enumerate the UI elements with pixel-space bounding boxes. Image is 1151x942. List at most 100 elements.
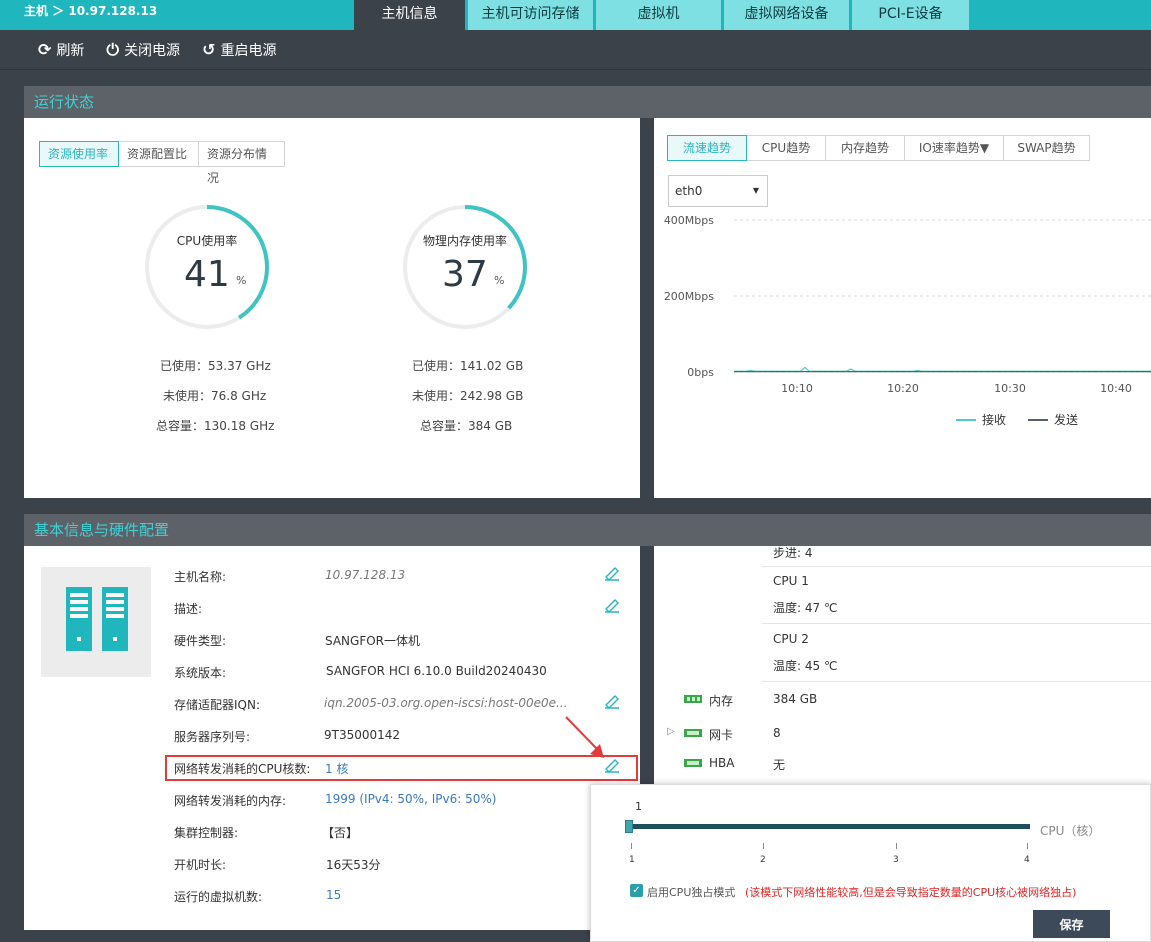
hba-value: 无 xyxy=(773,758,786,772)
usage-panel xyxy=(24,118,640,498)
divider xyxy=(762,566,1151,567)
nic-value: 8 xyxy=(773,726,781,740)
caret-down-icon: ▼ xyxy=(752,186,759,195)
cpu-gauge-value: 41 xyxy=(184,254,230,295)
power-off-label: 关闭电源 xyxy=(124,42,181,59)
hostname-value: 10.97.128.13 xyxy=(325,568,406,582)
cpu-free: 未使用：76.8 GHz xyxy=(163,389,267,403)
divider xyxy=(762,623,1151,624)
iqn-label: 存储适配器IQN: xyxy=(174,698,261,712)
refresh-button[interactable]: ⟳ 刷新 xyxy=(38,40,84,60)
legend-label: 发送 xyxy=(1054,412,1078,427)
refresh-icon: ⟳ xyxy=(38,40,52,59)
cpu-exclusive-checkbox[interactable]: ✓ xyxy=(630,884,643,897)
save-button[interactable]: 保存 xyxy=(1033,910,1110,938)
edit-description-icon[interactable] xyxy=(603,598,621,614)
memory-label: 内存 xyxy=(709,694,734,708)
memory-free: 未使用：242.98 GB xyxy=(412,389,524,403)
series-line-receive xyxy=(734,366,1151,372)
tick-label: 2 xyxy=(760,855,766,865)
cpu-total: 总容量：130.18 GHz xyxy=(156,419,275,433)
tab-virtual-network[interactable]: 虚拟网络设备 xyxy=(724,0,852,30)
restart-button[interactable]: ↺ 重启电源 xyxy=(202,40,276,60)
tick-label: 3 xyxy=(893,855,899,865)
tick-mark xyxy=(896,843,897,849)
tab-vms[interactable]: 虚拟机 xyxy=(596,0,724,30)
cpu1-temp: 温度: 47 ℃ xyxy=(773,601,838,615)
edit-iqn-icon[interactable] xyxy=(603,694,621,710)
system-version-value: SANGFOR HCI 6.10.0 Build20240430 xyxy=(326,664,547,678)
cpu-gauge-title: CPU使用率 xyxy=(176,234,238,248)
subtab-traffic-trend[interactable]: 流速趋势 xyxy=(667,135,747,161)
restart-icon: ↺ xyxy=(202,40,216,59)
net-cpu-label: 网络转发消耗的CPU核数: xyxy=(174,762,311,776)
memory-gauge-value: 37 xyxy=(442,254,488,295)
memory-total: 总容量：384 GB xyxy=(420,419,513,433)
x-tick-label: 10:30 xyxy=(994,382,1026,395)
breadcrumb: 主机 ＞ 10.97.128.13 xyxy=(24,4,158,18)
main-tabs: 主机信息 主机可访问存储 虚拟机 虚拟网络设备 PCI-E设备 xyxy=(354,0,972,30)
net-cpu-value: 1 核 xyxy=(325,762,349,776)
slider-track[interactable] xyxy=(628,824,1030,829)
run-status-header: 运行状态 xyxy=(24,86,1151,118)
tab-host-storage[interactable]: 主机可访问存储 xyxy=(468,0,596,30)
interface-select-value: eth0 xyxy=(675,184,703,198)
server-icon xyxy=(41,567,151,677)
restart-label: 重启电源 xyxy=(220,42,277,59)
slider-unit: CPU（核） xyxy=(1040,824,1101,838)
power-off-button[interactable]: ⏻ 关闭电源 xyxy=(106,40,180,60)
slider-handle[interactable] xyxy=(625,820,633,833)
iqn-value: iqn.2005-03.org.open-iscsi:host-00e0e... xyxy=(324,696,568,710)
cpu2-temp: 温度: 45 ℃ xyxy=(773,659,838,673)
tick-mark xyxy=(763,843,764,849)
subtab-config-ratio[interactable]: 资源配置比 xyxy=(118,141,199,167)
memory-gauge-unit: % xyxy=(494,274,505,287)
tab-host-info[interactable]: 主机信息 xyxy=(354,0,468,30)
cluster-controller-label: 集群控制器: xyxy=(174,826,239,840)
red-arrow-icon xyxy=(565,716,604,758)
expand-icon[interactable]: ▷ xyxy=(667,726,675,737)
cpu-stepping: 步进: 4 xyxy=(773,546,813,560)
nic-label: 网卡 xyxy=(709,728,734,742)
subtab-distribution[interactable]: 资源分布情况 xyxy=(198,141,285,185)
hardware-panel xyxy=(654,546,1151,786)
tick-label: 1 xyxy=(629,855,635,865)
hardware-type-value: SANGFOR一体机 xyxy=(325,634,421,648)
cpu-gauge-unit: % xyxy=(236,274,247,287)
subtab-memory-trend[interactable]: 内存趋势 xyxy=(825,135,905,161)
cpu2-name: CPU 2 xyxy=(773,632,809,646)
top-bar: 主机 ＞ 10.97.128.13 主机信息 主机可访问存储 虚拟机 虚拟网络设… xyxy=(0,0,1151,30)
hba-label: HBA xyxy=(709,756,735,770)
running-vms-value[interactable]: 15 xyxy=(326,888,341,902)
subtab-cpu-trend[interactable]: CPU趋势 xyxy=(746,135,826,161)
cpu-exclusive-label: 启用CPU独占模式 xyxy=(647,886,736,899)
memory-gauge-title: 物理内存使用率 xyxy=(422,234,507,248)
hostname-label: 主机名称: xyxy=(174,570,227,584)
memory-used: 已使用：141.02 GB xyxy=(412,359,524,373)
subtab-io-trend[interactable]: IO速率趋势▼ xyxy=(904,135,1004,161)
x-tick-label: 10:10 xyxy=(781,382,813,395)
hba-icon xyxy=(684,759,702,767)
tab-pcie[interactable]: PCI-E设备 xyxy=(852,0,972,30)
memory-value: 384 GB xyxy=(773,692,818,706)
trend-subtabs: 流速趋势 CPU趋势 内存趋势 IO速率趋势▼ SWAP趋势 xyxy=(667,135,1090,161)
toolbar: ⟳ 刷新 ⏻ 关闭电源 ↺ 重启电源 xyxy=(0,30,1151,70)
tick-mark xyxy=(631,843,632,849)
subtab-swap-trend[interactable]: SWAP趋势 xyxy=(1003,135,1090,161)
description-label: 描述: xyxy=(174,602,203,616)
traffic-chart: 400Mbps 200Mbps 0bps 10:10 10:20 10:30 10:40 接收… xyxy=(664,214,1151,427)
subtab-usage[interactable]: 资源使用率 xyxy=(39,141,119,167)
legend-label: 接收 xyxy=(982,412,1006,427)
slider-current-value: 1 xyxy=(635,800,642,813)
basic-info-header: 基本信息与硬件配置 xyxy=(24,514,1151,546)
interface-select[interactable]: eth0 ▼ xyxy=(668,175,768,207)
y-tick-label: 400Mbps xyxy=(664,214,714,227)
y-tick-label: 0bps xyxy=(687,366,714,379)
cpu-exclusive-warning: (该模式下网络性能较高,但是会导致指定数量的CPU核心被网络独占) xyxy=(745,886,1077,899)
tick-label: 4 xyxy=(1024,855,1030,865)
edit-hostname-icon[interactable] xyxy=(603,566,621,582)
system-version-label: 系统版本: xyxy=(174,666,227,680)
tick-mark xyxy=(1027,843,1028,849)
net-mem-label: 网络转发消耗的内存: xyxy=(174,794,287,808)
cpu-used: 已使用：53.37 GHz xyxy=(160,359,271,373)
